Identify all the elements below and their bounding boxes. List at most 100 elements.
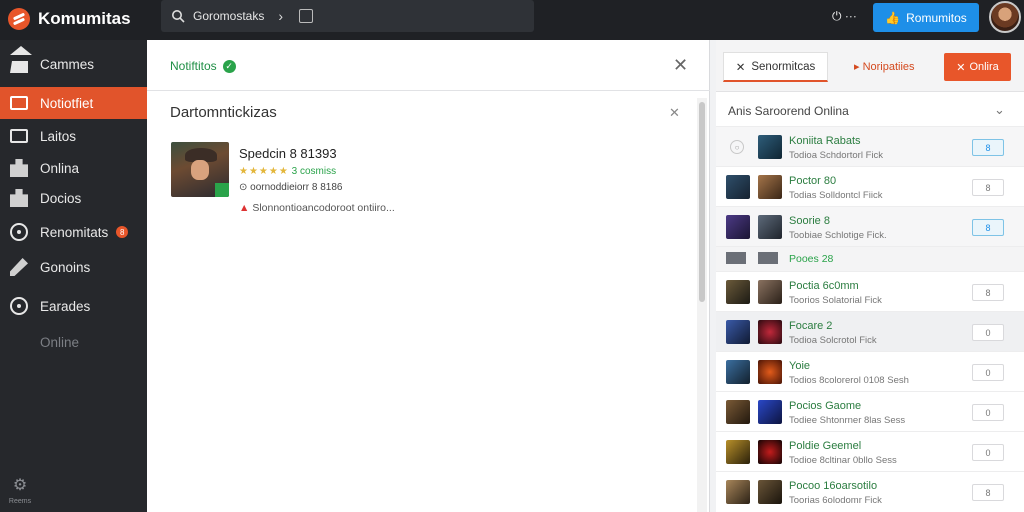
search-icon [172, 10, 185, 23]
scroll-thumb[interactable] [699, 102, 705, 302]
list-item-title: Koniita Rabats [789, 135, 861, 147]
list-item-subtitle: Toobiae Schlotige Fick. [789, 230, 887, 241]
chevron-right-icon[interactable]: › [278, 8, 283, 24]
tab-bar: ✕ Senormitcas ▸ Noripatiies ✕ Onlira [716, 40, 1024, 92]
sidebar-item-lists[interactable]: Laitos [0, 120, 147, 152]
circle-icon [10, 297, 28, 315]
tab-communities[interactable]: ✕ Senormitcas [723, 52, 828, 82]
game-avatar [758, 320, 782, 344]
sidebar-item-games[interactable]: Cammes [0, 46, 147, 80]
sidebar-item-notifications[interactable]: Notiotfiet [0, 87, 154, 119]
power-more-icons[interactable]: ⏻ ⋯ [832, 9, 857, 24]
game-avatar [758, 480, 782, 504]
close-icon[interactable]: ✕ [669, 105, 680, 121]
game-avatar [726, 360, 750, 384]
star-rating-icon: ★★★★★ [239, 166, 289, 177]
pencil-icon [10, 258, 28, 276]
search-bar[interactable]: Goromostaks › [161, 0, 534, 32]
rating-text: 3 cosmiss [291, 166, 337, 177]
list-item-subtitle: Todioa Solcrotol Fick [789, 335, 877, 346]
radio-icon[interactable]: ○ [730, 140, 744, 154]
game-avatar [758, 440, 782, 464]
list-item-subtitle: Todios 8colorerol 0108 Sesh [789, 375, 909, 386]
scrollbar[interactable] [697, 98, 707, 512]
game-avatar [726, 320, 750, 344]
list-item-title: Soorie 8 [789, 215, 830, 227]
list-item-subtitle: Todioe 8cltinar 0bllo Sess [789, 455, 897, 466]
list-item-button[interactable]: 0 [972, 324, 1004, 341]
list-item[interactable]: Focare 2 Todioa Solcrotol Fick 0 [716, 311, 1024, 351]
tab-label: Senormitcas [751, 60, 816, 73]
list-item-subtitle: Todioa Schdortorl Fick [789, 150, 883, 161]
gear-icon: ⚙ [12, 477, 28, 494]
sidebar-item-online-status[interactable]: Online [0, 326, 147, 358]
puzzle-icon [10, 189, 28, 207]
grid-icon[interactable] [299, 9, 314, 23]
list-item-button[interactable]: 0 [972, 444, 1004, 461]
list-item-button[interactable]: 8 [972, 284, 1004, 301]
game-avatar [758, 175, 782, 199]
list-item-button[interactable]: 8 [972, 139, 1004, 156]
list-item-button[interactable]: 0 [972, 364, 1004, 381]
game-title[interactable]: Spedcin 8 81393 [239, 146, 337, 161]
game-avatar [758, 280, 782, 304]
panel-title: Notiftitos ✓ [170, 59, 236, 73]
list-item-button[interactable]: 8 [972, 219, 1004, 236]
list-item[interactable]: ○ Koniita Rabats Todioa Schdortorl Fick … [716, 126, 1024, 166]
tools-icon: ✕ [956, 61, 966, 74]
brand-name: Komumitas [38, 9, 131, 28]
sidebar-item-devices[interactable]: Docios [0, 182, 147, 214]
tab-notifications[interactable]: ▸ Noripatiies [854, 60, 915, 73]
settings-gear[interactable]: ⚙ Reems [8, 478, 32, 508]
list-item-title: Poctia 6c0mm [789, 280, 859, 292]
sidebar-item-label: Laitos [40, 128, 77, 144]
sidebar-item-communities[interactable]: Renomitats 8 [0, 216, 147, 248]
list-item[interactable]: Poldie Geemel Todioe 8cltinar 0bllo Sess… [716, 431, 1024, 471]
notification-count-badge: 8 [116, 226, 129, 238]
game-meta: ⊙ oornoddieiorr 8 8186 [239, 182, 343, 193]
app-logo[interactable]: Komumitas [8, 6, 148, 32]
tab-online-button[interactable]: ✕ Onlira [944, 53, 1011, 81]
top-bar: Komumitas Goromostaks › ⏻ ⋯ 👍 Romumitos [0, 0, 1024, 40]
home-icon [10, 46, 32, 73]
list-item-subtitle: Todias Solldontcl Fiick [789, 190, 883, 201]
list-item-button[interactable]: 8 [972, 484, 1004, 501]
list-item-button[interactable]: 0 [972, 404, 1004, 421]
notifications-panel: Notiftitos ✓ ✕ Dartomntickizas ✕ Spedcin… [147, 40, 710, 512]
thumbs-up-icon: 👍 [885, 10, 901, 25]
list-item[interactable]: Poctia 6c0mm Toorios Solatorial Fick 8 [716, 271, 1024, 311]
list-item[interactable]: Pocios Gaome Todiee Shtonrner 8las Sess … [716, 391, 1024, 431]
list-item[interactable]: Yoie Todios 8colorerol 0108 Sesh 0 [716, 351, 1024, 391]
list-item[interactable]: Poctor 80 Todias Solldontcl Fiick 8 [716, 166, 1024, 206]
list-item-title: Focare 2 [789, 320, 833, 332]
game-note-text: Slonnontioancodoroot ontiiro... [252, 202, 395, 214]
list-item-title: Yoie [789, 360, 811, 372]
search-input[interactable]: Goromostaks [193, 9, 264, 23]
tab-label: Onlira [969, 61, 999, 73]
list-item-button[interactable]: 8 [972, 179, 1004, 196]
sidebar-item-label: Notiotfiet [40, 95, 94, 111]
sidebar-item-label: Gonoins [40, 259, 91, 275]
game-avatar [758, 252, 778, 264]
ring-icon [10, 223, 28, 241]
sidebar-item-label: Cammes [40, 56, 95, 72]
notes-icon [10, 96, 28, 110]
puzzle-icon [10, 159, 28, 177]
list-item-title: Poctor 80 [789, 175, 837, 187]
user-avatar[interactable] [989, 1, 1021, 33]
sidebar-item-settings[interactable]: Gonoins [0, 251, 147, 283]
check-icon: ✓ [222, 59, 236, 73]
online-indicator-icon [215, 183, 229, 197]
sidebar-item-earnings[interactable]: Earades [0, 290, 147, 322]
game-thumbnail[interactable] [171, 142, 229, 197]
chevron-down-icon[interactable]: ⌄ [994, 102, 1005, 118]
sidebar-item-online[interactable]: Onlina [0, 152, 147, 184]
list-item[interactable]: Pocoo 16oarsotilo Toorias 6olodomr Fick … [716, 471, 1024, 512]
section-label: Pooes 28 [789, 253, 834, 265]
top-icons[interactable]: ⏻ ⋯ [832, 9, 857, 24]
communities-button[interactable]: 👍 Romumitos [873, 3, 979, 32]
close-icon[interactable]: ✕ [673, 56, 688, 74]
panel-title-text: Notiftitos [170, 59, 217, 73]
list-item[interactable]: Soorie 8 Toobiae Schlotige Fick. 8 [716, 206, 1024, 246]
section-divider: Pooes 28 [716, 246, 1024, 271]
